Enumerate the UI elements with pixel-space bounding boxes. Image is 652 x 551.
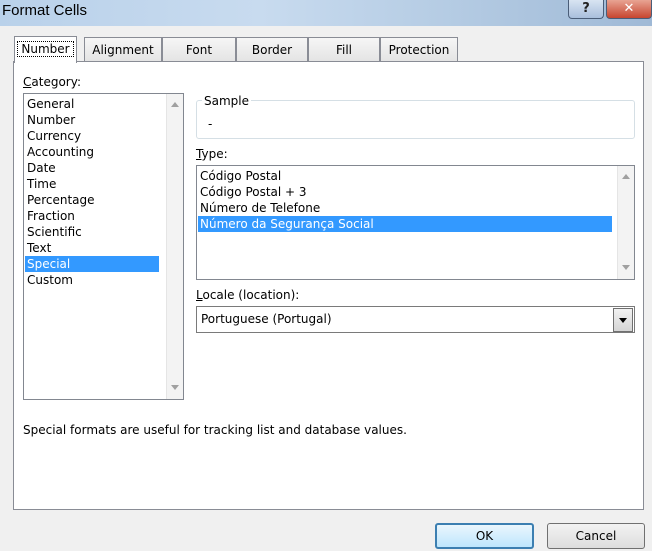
sample-label: Sample [202, 94, 251, 108]
category-scrollbar[interactable] [166, 94, 183, 399]
title-bar: Format Cells ? ✕ [0, 0, 652, 26]
type-listbox[interactable]: Código Postal Código Postal + 3 Número d… [196, 165, 635, 280]
help-button[interactable]: ? [568, 0, 604, 19]
category-item-general[interactable]: General [25, 96, 165, 112]
dialog-title: Format Cells [2, 2, 88, 19]
type-item-numero-telefone[interactable]: Número de Telefone [198, 200, 612, 216]
category-item-number[interactable]: Number [25, 112, 165, 128]
scroll-up-icon[interactable] [622, 174, 630, 179]
scroll-down-icon[interactable] [622, 265, 630, 270]
tab-font[interactable]: Font [162, 37, 236, 61]
format-description: Special formats are useful for tracking … [23, 423, 407, 437]
type-item-numero-seguranca-social[interactable]: Número da Segurança Social [198, 216, 612, 232]
tab-border[interactable]: Border [236, 37, 308, 61]
category-item-scientific[interactable]: Scientific [25, 224, 165, 240]
chevron-down-icon [619, 318, 627, 323]
category-item-date[interactable]: Date [25, 160, 165, 176]
tab-number-label: Number [17, 41, 74, 57]
scroll-up-icon[interactable] [171, 102, 179, 107]
category-listbox[interactable]: General Number Currency Accounting Date … [23, 93, 184, 400]
locale-value: Portuguese (Portugal) [201, 312, 332, 326]
tab-alignment[interactable]: Alignment [84, 37, 162, 61]
sample-group [196, 100, 635, 139]
scroll-down-icon[interactable] [171, 385, 179, 390]
category-item-time[interactable]: Time [25, 176, 165, 192]
tab-protection[interactable]: Protection [380, 37, 458, 61]
ok-button[interactable]: OK [435, 523, 534, 549]
type-label: Type: [196, 147, 228, 161]
locale-select[interactable]: Portuguese (Portugal) [196, 306, 635, 333]
cancel-button[interactable]: Cancel [547, 523, 645, 549]
type-item-codigo-postal-3[interactable]: Código Postal + 3 [198, 184, 612, 200]
locale-dropdown-button[interactable] [613, 308, 633, 332]
category-item-text[interactable]: Text [25, 240, 165, 256]
category-item-fraction[interactable]: Fraction [25, 208, 165, 224]
tab-number[interactable]: Number [14, 36, 77, 63]
close-button[interactable]: ✕ [606, 0, 652, 19]
tab-fill[interactable]: Fill [308, 37, 380, 61]
locale-label: Locale (location): [196, 288, 300, 302]
category-item-special[interactable]: Special [25, 256, 159, 272]
category-item-custom[interactable]: Custom [25, 272, 165, 288]
type-scrollbar[interactable] [617, 166, 634, 279]
type-item-codigo-postal[interactable]: Código Postal [198, 168, 612, 184]
category-item-percentage[interactable]: Percentage [25, 192, 165, 208]
category-item-currency[interactable]: Currency [25, 128, 165, 144]
sample-value: - [208, 117, 213, 131]
category-label: Category: [23, 75, 81, 89]
category-item-accounting[interactable]: Accounting [25, 144, 165, 160]
